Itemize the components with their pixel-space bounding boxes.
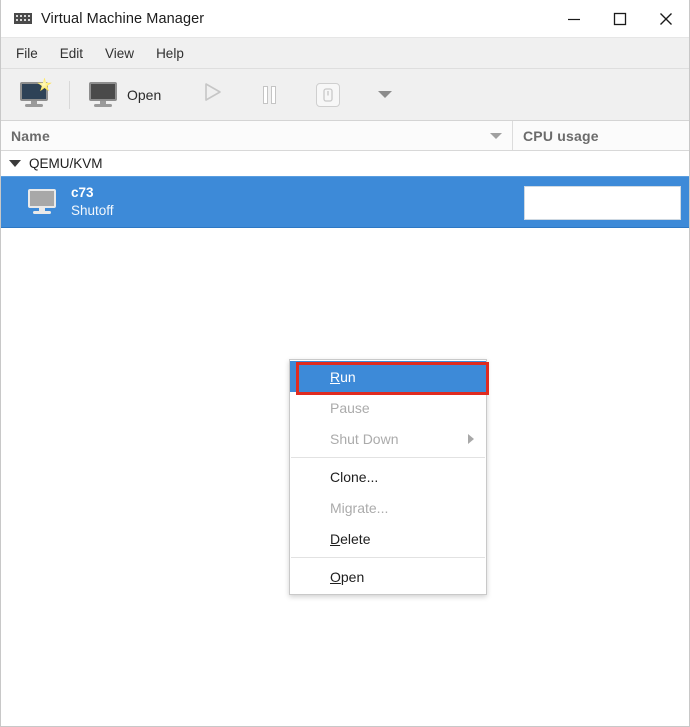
shutdown-power-icon	[316, 82, 341, 107]
monitor-icon	[27, 189, 57, 215]
context-menu-item-migrate[interactable]: Migrate...	[290, 492, 486, 523]
context-menu-item-pause[interactable]: Pause	[290, 392, 486, 423]
context-menu-item-delete-label: elete	[340, 530, 371, 547]
menubar-item-file[interactable]: File	[5, 42, 49, 65]
cpu-usage-sparkline	[524, 186, 681, 220]
context-menu-item-delete-mnemonic: D	[330, 530, 341, 547]
context-menu-item-run-label: un	[340, 368, 356, 385]
context-menu-item-migrate-label: Migrate...	[330, 499, 389, 516]
menubar-item-help[interactable]: Help	[145, 42, 195, 65]
column-header-cpu-usage[interactable]: CPU usage	[513, 121, 689, 150]
context-menu-separator	[291, 557, 485, 558]
context-menu-item-open-label: pen	[340, 568, 365, 585]
shutdown-button[interactable]	[310, 75, 346, 115]
column-header-row: Name CPU usage	[1, 121, 689, 151]
maximize-button[interactable]	[597, 0, 643, 38]
maximize-icon	[613, 12, 627, 26]
shutdown-dropdown-button[interactable]	[372, 75, 398, 115]
context-menu-item-shut-down-label: Shut Down	[330, 430, 399, 447]
titlebar: Virtual Machine Manager	[1, 0, 689, 38]
column-header-cpu-usage-label: CPU usage	[523, 127, 599, 144]
toolbar: Open	[1, 69, 689, 121]
table-row[interactable]: c73 Shutoff	[1, 176, 689, 228]
close-icon	[658, 11, 674, 27]
open-monitor-icon	[88, 81, 118, 108]
window-controls	[551, 0, 689, 38]
menubar: File Edit View Help	[1, 38, 689, 69]
play-icon	[201, 81, 223, 108]
new-virtual-machine-icon	[19, 77, 52, 108]
vm-context-menu: Run Pause Shut Down Clone... Migrate... …	[289, 359, 487, 595]
close-button[interactable]	[643, 0, 689, 38]
context-menu-item-run-mnemonic: R	[330, 368, 341, 385]
minimize-button[interactable]	[551, 0, 597, 38]
virtual-machine-manager-window: Virtual Machine Manager File Edit View H…	[0, 0, 690, 727]
caret-down-icon	[378, 91, 393, 98]
context-menu-separator	[291, 457, 485, 458]
run-button[interactable]	[195, 75, 229, 115]
submenu-arrow-icon	[468, 433, 474, 444]
column-header-name-label: Name	[11, 127, 50, 144]
context-menu-item-open-mnemonic: O	[330, 568, 341, 585]
context-menu-item-clone-label: Clone...	[330, 468, 379, 485]
minimize-icon	[567, 12, 581, 26]
caret-down-icon[interactable]	[490, 133, 502, 139]
menubar-item-view[interactable]: View	[94, 42, 145, 65]
context-menu-item-pause-label: Pause	[330, 399, 370, 416]
vm-list-area: QEMU/KVM c73 Shutoff Run Pause Shut Down…	[1, 151, 689, 726]
pause-icon	[263, 85, 277, 104]
toolbar-separator	[69, 80, 70, 109]
open-button-label: Open	[127, 86, 162, 103]
context-menu-item-open[interactable]: Open	[290, 561, 486, 592]
window-title: Virtual Machine Manager	[41, 10, 205, 27]
new-virtual-machine-button[interactable]	[13, 75, 55, 115]
context-menu-item-clone[interactable]: Clone...	[290, 461, 486, 492]
vm-name-label: c73	[71, 185, 94, 200]
vm-state-label: Shutoff	[71, 203, 114, 218]
open-button[interactable]: Open	[82, 75, 167, 115]
pause-button[interactable]	[257, 75, 282, 115]
context-menu-item-run[interactable]: Run	[290, 361, 486, 392]
vm-row-text: c73 Shutoff	[71, 184, 114, 220]
connection-row-qemu-kvm[interactable]: QEMU/KVM	[1, 151, 689, 176]
context-menu-item-delete[interactable]: Delete	[290, 523, 486, 554]
context-menu-item-shut-down[interactable]: Shut Down	[290, 423, 486, 454]
caret-down-icon[interactable]	[9, 160, 21, 167]
column-header-name[interactable]: Name	[1, 121, 513, 150]
vmm-app-icon	[14, 12, 32, 26]
menubar-item-edit[interactable]: Edit	[49, 42, 94, 65]
connection-row-label: QEMU/KVM	[29, 156, 103, 171]
